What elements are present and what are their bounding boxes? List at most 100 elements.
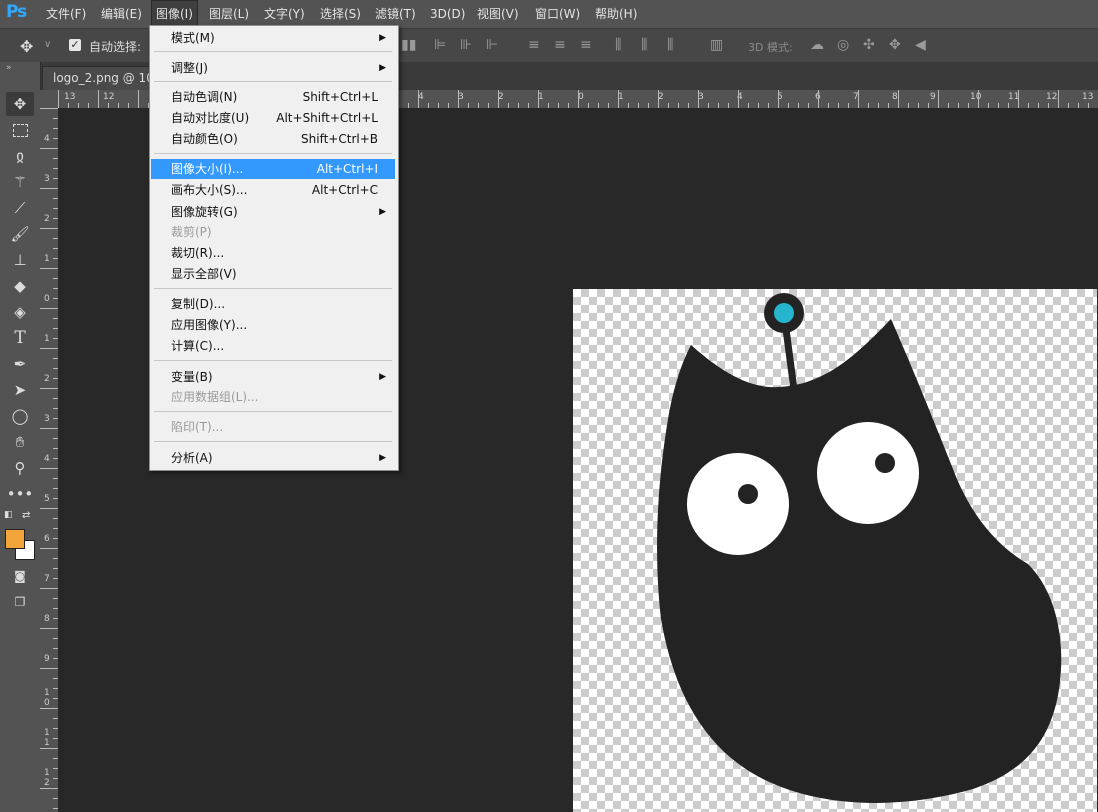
menu-item-label: 图像旋转(G) <box>171 205 238 219</box>
menu-item-calculations[interactable]: 计算(C)... <box>151 336 395 356</box>
menu-item-canvas-size[interactable]: 画布大小(S)... Alt+Ctrl+C <box>151 180 395 200</box>
distribute-hcenter-icon[interactable]: ⫼ <box>641 37 647 53</box>
menu-help[interactable]: 帮助(H) <box>591 0 641 28</box>
menu-separator <box>154 153 392 154</box>
menu-item-duplicate[interactable]: 复制(D)... <box>151 294 395 314</box>
menu-view[interactable]: 视图(V) <box>473 0 523 28</box>
menu-item-adjustments[interactable]: 调整(J) ▶ <box>151 58 395 78</box>
document-tab[interactable]: logo_2.png @ 104 <box>42 66 162 90</box>
menu-filter[interactable]: 滤镜(T) <box>371 0 420 28</box>
drag-3d-icon[interactable]: ✣ <box>863 37 875 53</box>
align-hcenter-icon[interactable]: ⊪ <box>460 37 472 53</box>
menu-item-trim[interactable]: 裁切(R)... <box>151 243 395 263</box>
menu-item-image-rotation[interactable]: 图像旋转(G) ▶ <box>151 202 395 222</box>
menu-shortcut: Alt+Ctrl+I <box>316 162 378 176</box>
ruler-tick <box>40 428 58 429</box>
menu-item-label: 图像大小(I)... <box>171 162 244 176</box>
scale-3d-icon[interactable]: ◀ <box>915 37 926 53</box>
slide-3d-icon[interactable]: ✥ <box>889 37 901 53</box>
screen-mode-icon[interactable]: ❐ <box>6 590 34 614</box>
roll-3d-icon[interactable]: ◎ <box>837 37 849 53</box>
ruler-tick <box>40 188 58 189</box>
submenu-arrow-icon: ▶ <box>379 63 386 73</box>
menu-item-auto-color[interactable]: 自动颜色(O) Shift+Ctrl+B <box>151 129 395 149</box>
ruler-tick <box>40 628 58 629</box>
ruler-tick <box>40 148 58 149</box>
distribute-vcenter-icon[interactable]: ≡ <box>554 37 566 53</box>
menu-file[interactable]: 文件(F) <box>42 0 90 28</box>
menu-layer[interactable]: 图层(L) <box>205 0 253 28</box>
path-select-icon[interactable]: ➤ <box>6 378 34 402</box>
auto-align-icon[interactable]: ▥ <box>710 37 723 53</box>
collapse-panel-icon[interactable]: » <box>6 63 12 73</box>
menu-image[interactable]: 图像(I) <box>151 0 198 28</box>
menu-item-reveal-all[interactable]: 显示全部(V) <box>151 264 395 284</box>
photoshop-logo: Ps <box>6 2 27 22</box>
menu-type[interactable]: 文字(Y) <box>260 0 309 28</box>
zoom-icon[interactable]: ⚲ <box>6 456 34 480</box>
more-icon[interactable]: ••• <box>6 482 34 506</box>
antenna-tip <box>774 303 794 323</box>
move-icon[interactable]: ✥ <box>6 92 34 116</box>
menu-item-label: 分析(A) <box>171 451 213 465</box>
menu-item-apply-image[interactable]: 应用图像(Y)... <box>151 315 395 335</box>
ruler-tick <box>40 708 58 709</box>
menu-item-mode[interactable]: 模式(M) ▶ <box>151 28 395 48</box>
menu-separator <box>154 360 392 361</box>
align-right-icon[interactable]: ⊩ <box>486 37 498 53</box>
menu-item-auto-tone[interactable]: 自动色调(N) Shift+Ctrl+L <box>151 87 395 107</box>
menu-item-label: 裁切(R)... <box>171 246 225 260</box>
ruler-label: 7 <box>44 574 50 584</box>
paint-bucket-icon[interactable]: ◈ <box>6 300 34 324</box>
ruler-tick <box>418 90 419 108</box>
distribute-left-icon[interactable]: ⫼ <box>615 37 621 53</box>
default-colors-icon[interactable]: ◧ <box>4 510 13 520</box>
menu-item-crop: 裁剪(P) <box>151 222 395 242</box>
ellipse-icon[interactable]: ◯ <box>6 404 34 428</box>
ruler-label: 13 <box>64 92 76 102</box>
menu-edit[interactable]: 编辑(E) <box>97 0 146 28</box>
menu-item-image-size[interactable]: 图像大小(I)... Alt+Ctrl+I <box>151 159 395 179</box>
ruler-tick <box>40 228 58 229</box>
menu-item-auto-contrast[interactable]: 自动对比度(U) Alt+Shift+Ctrl+L <box>151 108 395 128</box>
menu-item-analysis[interactable]: 分析(A) ▶ <box>151 448 395 468</box>
menu-shortcut: Shift+Ctrl+L <box>302 90 378 104</box>
menu-separator <box>154 411 392 412</box>
distribute-top-icon[interactable]: ≡ <box>528 37 540 53</box>
stamp-icon[interactable]: ⊥ <box>6 248 34 272</box>
move-tool-preset-icon[interactable]: ✥ <box>20 37 33 56</box>
menu-select[interactable]: 选择(S) <box>316 0 365 28</box>
type-icon[interactable]: T <box>6 326 34 350</box>
chevron-down-icon[interactable]: ∨ <box>44 39 51 50</box>
quick-mask-icon[interactable]: ◙ <box>6 564 34 588</box>
ruler-label: 13 <box>1082 92 1094 102</box>
magic-wand-icon[interactable]: ⚚ <box>6 170 34 194</box>
menu-item-variables[interactable]: 变量(B) ▶ <box>151 367 395 387</box>
ruler-tick <box>578 90 579 108</box>
distribute-right-icon[interactable]: ⫼ <box>667 37 673 53</box>
foreground-color-swatch[interactable] <box>5 529 25 549</box>
distribute-bottom-icon[interactable]: ≡ <box>580 37 592 53</box>
ruler-tick <box>938 90 939 108</box>
align-bottom-icon[interactable]: ▮▮ <box>401 37 416 53</box>
eraser-icon[interactable]: ◆ <box>6 274 34 298</box>
menu-window[interactable]: 窗口(W) <box>531 0 584 28</box>
lasso-icon[interactable]: ჲ <box>6 144 34 168</box>
brush-icon[interactable]: 🖌︎ <box>6 222 34 246</box>
ruler-label: 8 <box>892 92 898 102</box>
ruler-tick <box>858 90 859 108</box>
align-left-icon[interactable]: ⊫ <box>434 37 446 53</box>
auto-select-checkbox[interactable]: ✓ <box>69 39 81 51</box>
eyedropper-icon[interactable]: ⟋ <box>6 196 34 220</box>
menu-3d[interactable]: 3D(D) <box>426 0 469 28</box>
ruler-tick <box>40 548 58 549</box>
orbit-3d-icon[interactable]: ☁ <box>810 37 824 53</box>
ruler-label: 9 <box>44 654 50 664</box>
swap-colors-icon[interactable]: ⇄ <box>22 510 30 521</box>
hand-icon[interactable]: ✋︎ <box>6 430 34 454</box>
marquee-icon[interactable] <box>6 118 34 142</box>
pen-icon[interactable]: ✒︎ <box>6 352 34 376</box>
submenu-arrow-icon: ▶ <box>379 453 386 463</box>
menu-item-label: 模式(M) <box>171 31 215 45</box>
ruler-label: 10 <box>970 92 982 102</box>
